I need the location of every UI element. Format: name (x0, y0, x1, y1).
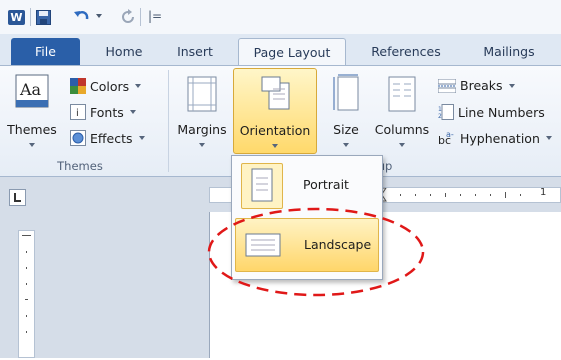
chevron-down-icon (138, 136, 145, 140)
orientation-icon (261, 76, 290, 110)
themes-icon-text: Aa (19, 80, 42, 99)
size-icon (333, 74, 359, 111)
colors-button[interactable]: Colors (70, 78, 142, 94)
columns-icon (388, 76, 416, 112)
themes-label: Themes (7, 122, 57, 137)
tab-mailings[interactable]: Mailings (468, 38, 550, 66)
chevron-down-icon (399, 143, 405, 147)
svg-text:1: 1 (438, 106, 442, 113)
svg-text:i: i (76, 108, 79, 119)
columns-label: Columns (374, 122, 430, 137)
chevron-down-icon (135, 84, 142, 88)
hyphenation-icon: bc a- (438, 130, 454, 146)
fonts-button[interactable]: i Fonts (70, 104, 136, 120)
colors-icon (70, 78, 86, 94)
tab-file[interactable]: File (11, 38, 80, 66)
chevron-down-icon (129, 110, 136, 114)
orientation-label: Orientation (239, 123, 311, 138)
annotation-ellipse (207, 207, 425, 297)
toolbar-separator (30, 8, 31, 26)
svg-text:2: 2 (438, 113, 442, 120)
tab-selector-icon[interactable] (9, 189, 26, 206)
vertical-ruler-ticks (22, 235, 31, 333)
portrait-page-icon (251, 168, 273, 202)
ruler-number: 1 (540, 187, 547, 198)
hyphenation-button[interactable]: bc a- Hyphenation (438, 130, 552, 146)
customize-toolbar-icon[interactable]: |= (148, 9, 162, 23)
colors-label: Colors (90, 78, 130, 94)
chevron-down-icon (343, 143, 349, 147)
margins-icon (187, 76, 217, 112)
margins-label: Margins (177, 122, 227, 137)
group-separator (168, 70, 169, 172)
tab-home[interactable]: Home (90, 38, 158, 66)
chevron-down-icon (199, 143, 205, 147)
chevron-down-icon (545, 136, 552, 140)
themes-icon: Aa (15, 74, 49, 108)
margins-button[interactable]: Margins (172, 68, 232, 154)
ribbon-tabs: File Home Insert Page Layout References … (0, 34, 561, 70)
svg-text:a-: a- (446, 130, 454, 139)
redo-icon[interactable] (120, 8, 136, 26)
effects-icon (70, 130, 86, 146)
size-button[interactable]: Size (320, 68, 372, 154)
line-numbers-button[interactable]: 12 Line Numbers (438, 104, 545, 120)
tab-stop-icon (14, 193, 21, 202)
portrait-label: Portrait (303, 177, 349, 192)
themes-button[interactable]: Aa Themes (2, 68, 62, 154)
undo-icon[interactable] (73, 8, 91, 26)
tab-references[interactable]: References (360, 38, 452, 66)
save-icon[interactable] (36, 10, 51, 25)
quick-access-toolbar: W |= (0, 0, 561, 34)
vertical-ruler[interactable] (18, 230, 35, 358)
columns-button[interactable]: Columns (372, 68, 432, 154)
effects-label: Effects (90, 130, 133, 146)
line-numbers-label: Line Numbers (458, 104, 545, 120)
undo-dropdown-arrow-icon[interactable] (96, 14, 102, 18)
fonts-icon: i (70, 104, 86, 120)
breaks-label: Breaks (460, 78, 503, 93)
chevron-down-icon (508, 83, 515, 88)
chevron-down-icon (272, 144, 278, 148)
word-logo-icon[interactable]: W (8, 10, 25, 25)
toolbar-separator (140, 8, 141, 26)
hyphenation-label: Hyphenation (460, 130, 540, 146)
themes-group-label: Themes (57, 159, 103, 173)
fonts-label: Fonts (90, 104, 124, 120)
breaks-icon (438, 78, 456, 93)
portrait-thumbnail (241, 163, 283, 209)
orientation-button[interactable]: Orientation (233, 68, 317, 154)
size-label: Size (333, 122, 359, 137)
line-numbers-icon: 12 (438, 104, 454, 120)
effects-button[interactable]: Effects (70, 130, 145, 146)
chevron-down-icon (29, 143, 35, 147)
breaks-button[interactable]: Breaks (438, 78, 515, 93)
tab-insert[interactable]: Insert (165, 38, 225, 66)
